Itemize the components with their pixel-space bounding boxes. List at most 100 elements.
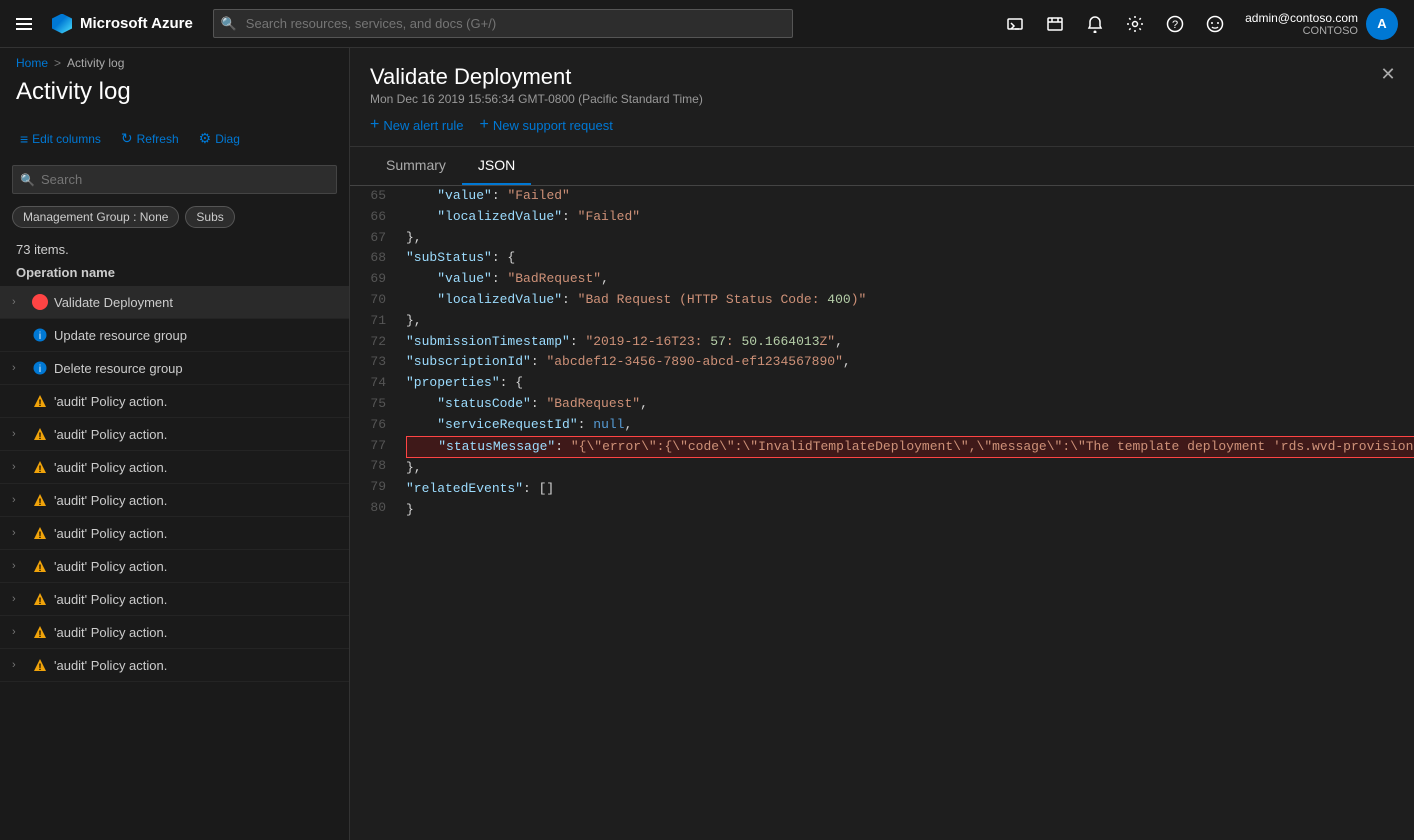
status-icon: !: [32, 459, 48, 475]
line-content: "localizedValue": "Failed": [406, 207, 1414, 228]
feedback-icon[interactable]: [1197, 6, 1233, 42]
chevron-icon: ›: [12, 593, 26, 605]
line-number: 68: [362, 248, 386, 269]
svg-text:i: i: [39, 331, 41, 342]
notifications-icon[interactable]: [1077, 6, 1113, 42]
list-item-label: 'audit' Policy action.: [54, 559, 167, 574]
svg-text:?: ?: [1172, 19, 1178, 31]
plus-icon-support: +: [480, 116, 489, 134]
right-panel: ✕ Validate Deployment Mon Dec 16 2019 15…: [350, 48, 1414, 840]
svg-text:!: !: [39, 431, 42, 441]
list-item[interactable]: ›!'audit' Policy action.: [0, 649, 349, 682]
global-search-input[interactable]: [213, 9, 793, 38]
diag-label: Diag: [215, 132, 240, 146]
tab-json[interactable]: JSON: [462, 147, 531, 185]
tab-summary[interactable]: Summary: [370, 147, 462, 185]
line-content: "value": "BadRequest",: [406, 269, 1414, 290]
line-number: 69: [362, 269, 386, 290]
plus-icon-alert: +: [370, 116, 379, 134]
svg-text:!: !: [39, 398, 42, 408]
list-item-label: 'audit' Policy action.: [54, 493, 167, 508]
line-content-area: "value": "Failed" "localizedValue": "Fai…: [398, 186, 1414, 521]
management-group-filter[interactable]: Management Group : None: [12, 206, 179, 228]
chevron-icon: ›: [12, 560, 26, 572]
chevron-icon: ›: [12, 296, 26, 308]
line-content: },: [406, 228, 1414, 249]
panel-title: Validate Deployment: [370, 64, 1394, 90]
list-item[interactable]: ›!'audit' Policy action.: [0, 451, 349, 484]
svg-text:!: !: [39, 662, 42, 672]
line-number: 74: [362, 373, 386, 394]
line-number: 65: [362, 186, 386, 207]
line-content: "value": "Failed": [406, 186, 1414, 207]
subscription-filter[interactable]: Subs: [185, 206, 234, 228]
user-menu[interactable]: admin@contoso.com CONTOSO A: [1237, 8, 1406, 40]
hamburger-menu[interactable]: [8, 8, 40, 40]
panel-subtitle: Mon Dec 16 2019 15:56:34 GMT-0800 (Pacif…: [370, 92, 1394, 106]
refresh-button[interactable]: ↻ Refresh: [113, 126, 187, 151]
sidebar: Home > Activity log Activity log ≡ Edit …: [0, 48, 350, 840]
svg-text:!: !: [39, 629, 42, 639]
line-content: "localizedValue": "Bad Request (HTTP Sta…: [406, 290, 1414, 311]
column-header: Operation name: [0, 261, 349, 286]
line-number: 71: [362, 311, 386, 332]
list-item[interactable]: !'audit' Policy action.: [0, 385, 349, 418]
svg-text:!: !: [39, 464, 42, 474]
topbar-icons: ? admin@contoso.com CONTOSO A: [997, 6, 1406, 42]
status-icon: i: [32, 360, 48, 376]
new-support-request-button[interactable]: + New support request: [480, 116, 613, 134]
global-search[interactable]: 🔍: [213, 9, 793, 38]
list-item[interactable]: i Update resource group: [0, 319, 349, 352]
breadcrumb-home[interactable]: Home: [16, 56, 48, 70]
list-item-label: Delete resource group: [54, 361, 183, 376]
list-item-label: 'audit' Policy action.: [54, 427, 167, 442]
list-item[interactable]: ›!'audit' Policy action.: [0, 616, 349, 649]
list-item[interactable]: ›!'audit' Policy action.: [0, 418, 349, 451]
items-count: 73 items.: [0, 234, 349, 261]
list-item-label: 'audit' Policy action.: [54, 658, 167, 673]
main-area: Home > Activity log Activity log ≡ Edit …: [0, 48, 1414, 840]
line-number: 67: [362, 228, 386, 249]
breadcrumb-separator: >: [54, 56, 61, 70]
edit-columns-label: Edit columns: [32, 132, 101, 146]
settings-gear-icon[interactable]: [1117, 6, 1153, 42]
list-item[interactable]: ›iDelete resource group: [0, 352, 349, 385]
cloud-shell-icon[interactable]: [997, 6, 1033, 42]
status-icon: !: [32, 525, 48, 541]
diag-button[interactable]: ⚙ Diag: [191, 126, 248, 151]
new-alert-rule-label: New alert rule: [383, 118, 463, 133]
list-item[interactable]: ›! 'audit' Policy action.: [0, 550, 349, 583]
sidebar-search[interactable]: 🔍: [0, 159, 349, 200]
activity-list: ›!Validate Deployment i Update resource g…: [0, 286, 349, 840]
list-item-label: 'audit' Policy action.: [54, 526, 167, 541]
panel-header: ✕ Validate Deployment Mon Dec 16 2019 15…: [350, 48, 1414, 147]
edit-columns-button[interactable]: ≡ Edit columns: [12, 127, 109, 151]
list-item[interactable]: ›!'audit' Policy action.: [0, 517, 349, 550]
sidebar-filters: Management Group : None Subs: [0, 200, 349, 234]
list-item-label: Update resource group: [54, 328, 187, 343]
azure-logo-text: Microsoft Azure: [80, 15, 193, 32]
svg-text:!: !: [39, 497, 42, 507]
list-item[interactable]: ›!Validate Deployment: [0, 286, 349, 319]
line-content: "serviceRequestId": null,: [406, 415, 1414, 436]
panel-actions: + New alert rule + New support request: [370, 116, 1394, 134]
user-tenant: CONTOSO: [1245, 25, 1358, 37]
global-search-icon: 🔍: [221, 16, 237, 32]
search-input[interactable]: [12, 165, 337, 194]
user-avatar[interactable]: A: [1366, 8, 1398, 40]
list-item[interactable]: ›!'audit' Policy action.: [0, 484, 349, 517]
azure-logo: Microsoft Azure: [40, 14, 205, 34]
line-number: 75: [362, 394, 386, 415]
close-button[interactable]: ✕: [1374, 60, 1402, 88]
status-icon: !: [32, 294, 48, 310]
line-numbers: 65666768697071727374757677787980: [350, 186, 398, 521]
status-icon: !: [32, 558, 48, 574]
portal-settings-icon[interactable]: [1037, 6, 1073, 42]
status-icon: !: [32, 492, 48, 508]
status-icon: !: [32, 624, 48, 640]
help-icon[interactable]: ?: [1157, 6, 1193, 42]
status-icon: !: [32, 591, 48, 607]
line-number: 66: [362, 207, 386, 228]
list-item[interactable]: ›!'audit' Policy action.: [0, 583, 349, 616]
new-alert-rule-button[interactable]: + New alert rule: [370, 116, 464, 134]
